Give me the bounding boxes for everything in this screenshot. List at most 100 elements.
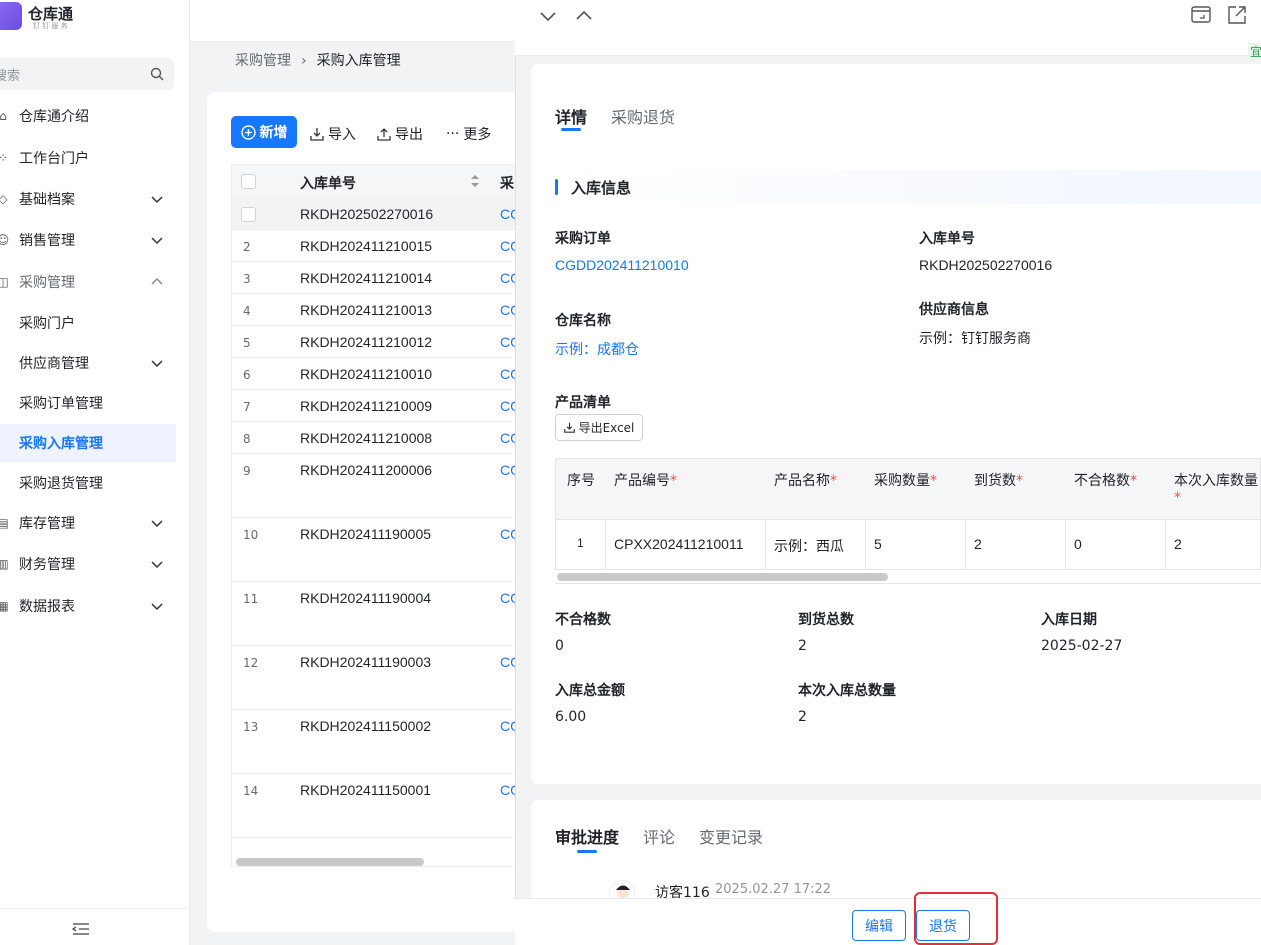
sidebar-item-portal[interactable]: ⁘ 工作台门户 [0, 138, 176, 178]
tab-change-log[interactable]: 变更记录 [699, 824, 763, 848]
inbound-date-value: 2025-02-27 [1041, 638, 1123, 654]
import-label: 导入 [328, 127, 356, 143]
export-button[interactable]: 导出 [377, 124, 423, 144]
row-inbound-no: RKDH202411210012 [300, 334, 433, 350]
table-header: 入库单号 采 [232, 165, 520, 198]
row-inbound-no: RKDH202411150001 [300, 782, 432, 798]
table-row[interactable]: 7 RKDH202411210009 CG [232, 390, 520, 422]
table-row[interactable]: 5 RKDH202411210012 CG [232, 326, 520, 358]
row-index: 14 [243, 784, 259, 798]
table-row[interactable]: 4 RKDH202411210013 CG [232, 294, 520, 326]
grid-icon: ⁘ [0, 151, 12, 165]
row-index: 12 [243, 656, 259, 670]
sidebar-item-archives[interactable]: ◇ 基础档案 [0, 179, 176, 219]
sidebar-item-purchase-order[interactable]: 采购订单管理 [0, 383, 176, 423]
table-row[interactable]: 14 RKDH202411150001 CG [232, 774, 520, 838]
sidebar-item-label: 基础档案 [19, 192, 75, 208]
sidebar-item-label: 销售管理 [19, 233, 75, 249]
products-label: 产品清单 [555, 395, 611, 411]
more-button[interactable]: ··· 更多 [446, 124, 491, 144]
cell-divider [765, 520, 766, 569]
section-bar [555, 179, 558, 195]
row-inbound-no: RKDH202502270016 [300, 206, 434, 222]
row-inbound-no: RKDH202411210014 [300, 270, 433, 286]
plus-circle-icon [240, 124, 256, 140]
user-icon: ☺ [0, 233, 10, 247]
breadcrumb-parent[interactable]: 采购管理 [235, 53, 291, 69]
table-row[interactable]: 9 RKDH202411200006 CG [232, 454, 520, 518]
sort-icon[interactable] [470, 174, 480, 188]
sidebar-item-supplier[interactable]: 供应商管理 [0, 343, 176, 383]
table-row[interactable]: 3 RKDH202411210014 CG [232, 262, 520, 294]
sidebar-item-purchase-portal[interactable]: 采购门户 [0, 303, 176, 343]
row-checkbox[interactable] [241, 207, 256, 222]
sidebar-item-inventory[interactable]: ▤ 库存管理 [0, 503, 176, 543]
table-row[interactable]: 10 RKDH202411190005 CG [232, 518, 520, 582]
sidebar-item-label: 工作台门户 [19, 151, 89, 167]
supplier-label: 供应商信息 [919, 302, 989, 318]
section-title: 入库信息 [555, 170, 1261, 204]
sidebar-item-purchase-inbound[interactable]: 采购入库管理 [0, 424, 176, 462]
breadcrumb: 采购管理 › 采购入库管理 [235, 50, 401, 70]
product-col-header: 本次入库数量* [1174, 473, 1258, 506]
chevron-up-icon[interactable] [575, 8, 593, 22]
tab-purchase-return[interactable]: 采购退货 [611, 104, 675, 128]
search-placeholder: 搜索 [0, 69, 21, 84]
inbound-qty-value: 2 [798, 709, 807, 725]
open-external-icon[interactable] [1227, 5, 1247, 25]
sidebar-item-label: 采购入库管理 [19, 436, 103, 452]
home-icon: ⌂ [0, 109, 7, 123]
sidebar: 仓库通 钉 钉 服 务 搜索 ⌂仓库通介绍 ⁘工作台门户 ◇基础档案 ☺销售管理… [0, 0, 190, 945]
warehouse-value-link[interactable]: 示例：成都仓 [555, 339, 639, 359]
chevron-down-icon[interactable] [539, 9, 557, 23]
sidebar-search[interactable]: 搜索 [0, 58, 174, 90]
tab-detail[interactable]: 详情 [555, 104, 587, 128]
more-icon: ··· [446, 126, 460, 142]
import-button[interactable]: 导入 [310, 124, 356, 144]
row-index: 11 [243, 592, 259, 606]
bad-total-value: 0 [555, 638, 564, 654]
edit-button[interactable]: 编辑 [852, 910, 906, 941]
box-icon: ◇ [0, 192, 8, 206]
row-index: 13 [243, 720, 259, 734]
po-value-link[interactable]: CGDD202411210010 [555, 257, 689, 273]
chevron-up-icon [151, 277, 163, 285]
table-row[interactable]: 6 RKDH202411210010 CG [232, 358, 520, 390]
table-scrollbar[interactable] [236, 858, 424, 866]
sidebar-item-finance[interactable]: ▥ 财务管理 [0, 544, 176, 584]
export-excel-button[interactable]: 导出Excel [555, 414, 643, 441]
table-row[interactable]: RKDH202502270016 CG [232, 198, 520, 230]
tab-approval-progress[interactable]: 审批进度 [555, 824, 619, 848]
chevron-down-icon [151, 196, 163, 204]
sidebar-item-label: 采购门户 [19, 316, 75, 332]
window-icon[interactable] [1191, 6, 1211, 24]
tab-comments[interactable]: 评论 [643, 824, 675, 848]
collapse-sidebar-icon[interactable] [72, 922, 90, 936]
row-index: 3 [243, 272, 251, 286]
inbound-no-label: 入库单号 [919, 231, 975, 247]
sidebar-item-sales[interactable]: ☺ 销售管理 [0, 220, 176, 260]
sidebar-item-purchase[interactable]: ◫ 采购管理 [0, 262, 176, 302]
sidebar-item-label: 采购订单管理 [19, 396, 103, 412]
table-row[interactable]: 12 RKDH202411190003 CG [232, 646, 520, 710]
sidebar-item-label: 数据报表 [19, 599, 75, 615]
sidebar-item-intro[interactable]: ⌂ 仓库通介绍 [0, 96, 176, 136]
new-button[interactable]: 新增 [231, 116, 297, 148]
product-col-header: 产品名称* [774, 473, 837, 489]
product-table-scrollbar[interactable] [557, 573, 888, 581]
section-title-text: 入库信息 [571, 179, 632, 197]
row-index: 8 [243, 432, 251, 446]
row-inbound-no: RKDH202411190004 [300, 590, 432, 606]
warehouse-label: 仓库名称 [555, 313, 611, 329]
more-label: 更多 [463, 127, 492, 143]
table-row[interactable]: 8 RKDH202411210008 CG [232, 422, 520, 454]
product-cell: CPXX202411210011 [614, 536, 744, 552]
table-row[interactable]: 2 RKDH202411210015 CG [232, 230, 520, 262]
row-inbound-no: RKDH202411190005 [300, 526, 432, 542]
sidebar-item-purchase-return[interactable]: 采购退货管理 [0, 463, 176, 503]
table-row[interactable]: 11 RKDH202411190004 CG [232, 582, 520, 646]
select-all-checkbox[interactable] [241, 174, 256, 189]
sidebar-item-reports[interactable]: ▦ 数据报表 [0, 586, 176, 626]
table-row[interactable]: 13 RKDH202411150002 CG [232, 710, 520, 774]
sidebar-item-label: 供应商管理 [19, 356, 89, 372]
